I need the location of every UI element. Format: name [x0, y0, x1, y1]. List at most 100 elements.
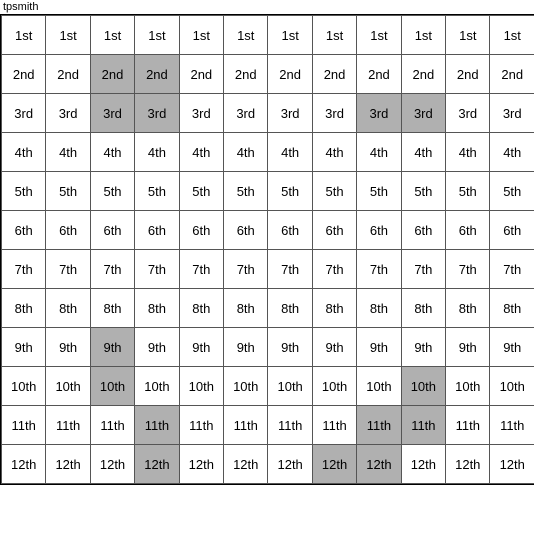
table-row: 1st1st1st1st1st1st1st1st1st1st1st1st [2, 16, 534, 55]
ordinal-grid: 1st1st1st1st1st1st1st1st1st1st1st1st2nd2… [1, 15, 534, 484]
table-cell: 4th [401, 133, 445, 172]
table-cell: 2nd [268, 55, 312, 94]
table-cell: 7th [46, 250, 90, 289]
table-cell: 4th [90, 133, 134, 172]
table-cell: 8th [224, 289, 268, 328]
table-row: 4th4th4th4th4th4th4th4th4th4th4th4th [2, 133, 534, 172]
table-cell: 10th [46, 367, 90, 406]
table-cell: 9th [446, 328, 490, 367]
table-cell: 8th [268, 289, 312, 328]
table-cell: 6th [90, 211, 134, 250]
table-row: 10th10th10th10th10th10th10th10th10th10th… [2, 367, 534, 406]
table-cell: 9th [46, 328, 90, 367]
table-cell: 2nd [490, 55, 534, 94]
table-cell: 6th [46, 211, 90, 250]
table-cell: 10th [135, 367, 179, 406]
table-cell: 6th [224, 211, 268, 250]
table-cell: 12th [90, 445, 134, 484]
table-cell: 11th [224, 406, 268, 445]
table-cell: 5th [179, 172, 223, 211]
table-cell: 12th [401, 445, 445, 484]
table-cell: 8th [401, 289, 445, 328]
title-text: tpsmith [3, 1, 38, 13]
table-cell: 4th [357, 133, 401, 172]
table-cell: 8th [446, 289, 490, 328]
table-cell: 3rd [224, 94, 268, 133]
table-cell: 1st [312, 16, 356, 55]
table-cell: 10th [90, 367, 134, 406]
table-cell: 3rd [312, 94, 356, 133]
table-cell: 7th [179, 250, 223, 289]
table-cell: 7th [490, 250, 534, 289]
table-row: 8th8th8th8th8th8th8th8th8th8th8th8th [2, 289, 534, 328]
table-row: 3rd3rd3rd3rd3rd3rd3rd3rd3rd3rd3rd3rd [2, 94, 534, 133]
grid-container: 1st1st1st1st1st1st1st1st1st1st1st1st2nd2… [0, 14, 534, 485]
table-cell: 3rd [179, 94, 223, 133]
table-cell: 12th [268, 445, 312, 484]
table-cell: 1st [401, 16, 445, 55]
table-cell: 5th [2, 172, 46, 211]
table-cell: 1st [90, 16, 134, 55]
table-cell: 7th [446, 250, 490, 289]
table-cell: 6th [135, 211, 179, 250]
table-cell: 5th [268, 172, 312, 211]
table-cell: 7th [268, 250, 312, 289]
table-cell: 9th [179, 328, 223, 367]
table-cell: 9th [2, 328, 46, 367]
table-cell: 3rd [46, 94, 90, 133]
table-cell: 8th [46, 289, 90, 328]
title-bar: tpsmith [0, 0, 534, 14]
table-cell: 2nd [2, 55, 46, 94]
table-cell: 1st [490, 16, 534, 55]
table-cell: 3rd [2, 94, 46, 133]
table-cell: 4th [2, 133, 46, 172]
table-cell: 10th [268, 367, 312, 406]
table-cell: 10th [224, 367, 268, 406]
table-cell: 4th [46, 133, 90, 172]
table-cell: 8th [179, 289, 223, 328]
table-cell: 2nd [401, 55, 445, 94]
table-cell: 7th [90, 250, 134, 289]
table-cell: 3rd [401, 94, 445, 133]
table-cell: 5th [312, 172, 356, 211]
table-cell: 6th [312, 211, 356, 250]
table-cell: 5th [46, 172, 90, 211]
table-cell: 4th [490, 133, 534, 172]
table-row: 9th9th9th9th9th9th9th9th9th9th9th9th [2, 328, 534, 367]
table-cell: 1st [224, 16, 268, 55]
table-cell: 3rd [357, 94, 401, 133]
table-cell: 10th [179, 367, 223, 406]
table-cell: 6th [268, 211, 312, 250]
table-cell: 11th [179, 406, 223, 445]
table-cell: 6th [401, 211, 445, 250]
table-cell: 2nd [446, 55, 490, 94]
table-cell: 5th [401, 172, 445, 211]
table-cell: 2nd [224, 55, 268, 94]
table-cell: 6th [357, 211, 401, 250]
table-cell: 5th [490, 172, 534, 211]
table-cell: 12th [135, 445, 179, 484]
table-cell: 9th [490, 328, 534, 367]
table-cell: 11th [2, 406, 46, 445]
table-cell: 5th [90, 172, 134, 211]
table-cell: 5th [135, 172, 179, 211]
table-cell: 7th [224, 250, 268, 289]
table-cell: 1st [135, 16, 179, 55]
table-cell: 9th [268, 328, 312, 367]
table-cell: 9th [312, 328, 356, 367]
table-cell: 7th [2, 250, 46, 289]
table-cell: 8th [490, 289, 534, 328]
table-cell: 3rd [268, 94, 312, 133]
table-cell: 12th [46, 445, 90, 484]
table-row: 7th7th7th7th7th7th7th7th7th7th7th7th [2, 250, 534, 289]
table-cell: 1st [268, 16, 312, 55]
table-cell: 3rd [446, 94, 490, 133]
table-cell: 7th [312, 250, 356, 289]
table-cell: 10th [2, 367, 46, 406]
table-cell: 1st [179, 16, 223, 55]
table-cell: 11th [90, 406, 134, 445]
table-cell: 11th [268, 406, 312, 445]
table-cell: 12th [357, 445, 401, 484]
table-cell: 2nd [179, 55, 223, 94]
table-cell: 2nd [90, 55, 134, 94]
